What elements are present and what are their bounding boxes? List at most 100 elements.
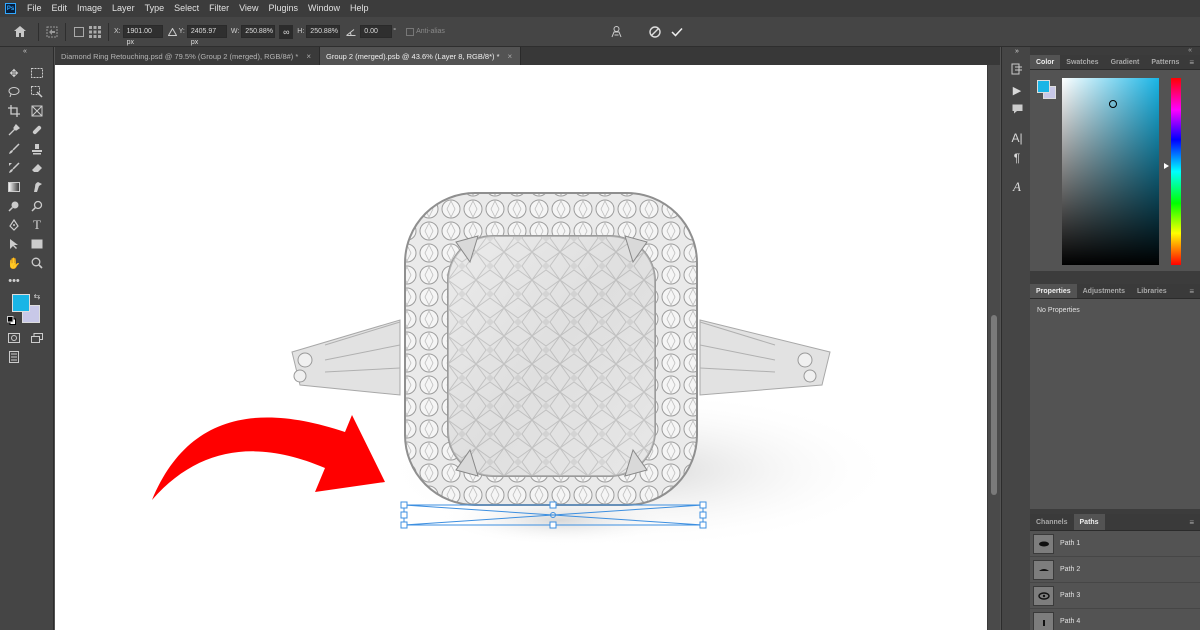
character-panel-icon[interactable]: A| (1009, 130, 1025, 146)
tab-gradient[interactable]: Gradient (1105, 55, 1146, 69)
document-canvas[interactable] (55, 65, 987, 630)
actions-play-icon[interactable]: ▶ (1009, 82, 1025, 98)
x-position-field[interactable]: 1901.00 px (122, 25, 163, 46)
comments-icon[interactable] (1009, 101, 1025, 117)
color-picker-ring[interactable] (1109, 100, 1117, 108)
glyphs-panel-icon[interactable]: A (1009, 179, 1025, 195)
path-row[interactable]: Path 2 (1030, 557, 1200, 583)
rotate-angle-field[interactable]: 0.00 (360, 25, 393, 38)
object-selection-tool-icon[interactable] (28, 84, 46, 100)
burn-tool-icon[interactable] (28, 198, 46, 214)
toolbar-collapse-icon[interactable]: « (16, 47, 34, 55)
foreground-color-swatch[interactable] (12, 294, 30, 312)
path-row[interactable]: Path 3 (1030, 583, 1200, 609)
commit-transform-icon[interactable] (669, 24, 685, 40)
right-panels: « Color Swatches Gradient Patterns ≡ Pro… (1030, 47, 1200, 630)
vertical-scrollbar[interactable] (987, 65, 1000, 630)
transform-reference-icon[interactable] (44, 24, 60, 40)
path-row[interactable]: Path 1 (1030, 531, 1200, 557)
tab-color[interactable]: Color (1030, 55, 1061, 69)
more-tools-icon[interactable]: ••• (5, 273, 23, 289)
hue-slider-marker[interactable] (1164, 163, 1169, 169)
angle-unit: ° (393, 28, 397, 35)
lasso-tool-icon[interactable] (5, 84, 23, 100)
smudge-tool-icon[interactable] (28, 179, 46, 195)
type-tool-icon[interactable]: T (28, 217, 46, 233)
cancel-transform-icon[interactable] (647, 24, 663, 40)
link-proportions-icon[interactable]: ∞ (279, 24, 294, 39)
delta-icon[interactable] (167, 24, 179, 40)
tab-properties[interactable]: Properties (1030, 284, 1077, 298)
reference-point-checkbox-icon[interactable] (71, 24, 87, 40)
menu-image[interactable]: Image (72, 0, 107, 17)
divider (65, 22, 66, 41)
quick-mask-icon[interactable] (5, 330, 23, 346)
history-panel-icon[interactable] (1009, 61, 1025, 77)
tab-channels[interactable]: Channels (1030, 514, 1074, 530)
gradient-tool-icon[interactable] (5, 179, 23, 195)
menu-edit[interactable]: Edit (47, 0, 73, 17)
crop-tool-icon[interactable] (5, 103, 23, 119)
menu-help[interactable]: Help (345, 0, 374, 17)
healing-brush-tool-icon[interactable] (28, 122, 46, 138)
tab-paths[interactable]: Paths (1073, 514, 1105, 530)
panels-collapse-icon[interactable]: « (1030, 47, 1200, 55)
menu-window[interactable]: Window (303, 0, 345, 17)
tab-patterns[interactable]: Patterns (1145, 55, 1185, 69)
photoshop-logo-icon[interactable]: Ps (5, 3, 16, 14)
hue-slider[interactable] (1171, 78, 1181, 265)
history-brush-tool-icon[interactable] (5, 160, 23, 176)
close-icon[interactable]: × (508, 52, 513, 61)
tab-group-2-merged[interactable]: Group 2 (merged).psb @ 43.6% (Layer 8, R… (319, 47, 522, 65)
height-field[interactable]: 250.88% (306, 25, 341, 38)
panel-menu-icon[interactable]: ≡ (1189, 284, 1194, 298)
close-icon[interactable]: × (306, 52, 311, 61)
collapse-panels-icon[interactable]: » (1009, 47, 1025, 55)
menu-filter[interactable]: Filter (204, 0, 234, 17)
panel-menu-icon[interactable]: ≡ (1189, 514, 1194, 530)
screen-mode-icon[interactable] (28, 330, 46, 346)
eraser-tool-icon[interactable] (28, 160, 46, 176)
paths-panel-tabs: Channels Paths ≡ (1030, 514, 1200, 531)
swap-colors-icon[interactable]: ⇆ (32, 291, 42, 301)
tab-libraries[interactable]: Libraries (1131, 284, 1173, 298)
tab-label: Diamond Ring Retouching.psd @ 79.5% (Gro… (61, 51, 299, 61)
frame-tool-icon[interactable] (28, 103, 46, 119)
rectangle-tool-icon[interactable] (28, 236, 46, 252)
path-selection-tool-icon[interactable] (5, 236, 23, 252)
panel-menu-icon[interactable]: ≡ (1189, 55, 1194, 69)
menu-layer[interactable]: Layer (107, 0, 140, 17)
paragraph-panel-icon[interactable]: ¶ (1009, 150, 1025, 166)
y-position-field[interactable]: 2405.97 px (186, 25, 227, 46)
brush-tool-icon[interactable] (5, 141, 23, 157)
menu-plugins[interactable]: Plugins (263, 0, 303, 17)
antialias-checkbox-icon[interactable] (404, 24, 416, 40)
pen-tool-icon[interactable] (5, 217, 23, 233)
home-icon[interactable] (12, 24, 28, 40)
path-row[interactable]: Path 4 (1030, 609, 1200, 630)
foreground-color-swatch[interactable] (1037, 80, 1050, 93)
zoom-tool-icon[interactable] (28, 255, 46, 271)
menu-type[interactable]: Type (140, 0, 170, 17)
menu-file[interactable]: File (22, 0, 47, 17)
path-name: Path 4 (1060, 618, 1081, 625)
hand-tool-icon[interactable]: ✋ (5, 255, 23, 271)
menu-view[interactable]: View (234, 0, 263, 17)
eyedropper-tool-icon[interactable] (5, 122, 23, 138)
default-colors-icon[interactable] (6, 315, 16, 325)
tab-swatches[interactable]: Swatches (1060, 55, 1104, 69)
marquee-tool-icon[interactable] (28, 65, 46, 81)
menu-select[interactable]: Select (169, 0, 204, 17)
edit-toolbar-icon[interactable] (5, 349, 23, 365)
warp-mode-icon[interactable] (609, 24, 625, 40)
reference-point-grid-icon[interactable] (87, 24, 103, 40)
dodge-tool-icon[interactable] (5, 198, 23, 214)
scrollbar-thumb[interactable] (991, 315, 997, 495)
clone-stamp-tool-icon[interactable] (28, 141, 46, 157)
tab-diamond-ring-retouching[interactable]: Diamond Ring Retouching.psd @ 79.5% (Gro… (55, 47, 320, 65)
move-tool-icon[interactable]: ✥ (5, 65, 23, 81)
tab-adjustments[interactable]: Adjustments (1077, 284, 1131, 298)
width-field[interactable]: 250.88% (241, 25, 276, 38)
tools-panel: « ✥ T ✋ ••• ⇆ (0, 47, 54, 630)
path-thumbnail-icon (1033, 611, 1054, 630)
